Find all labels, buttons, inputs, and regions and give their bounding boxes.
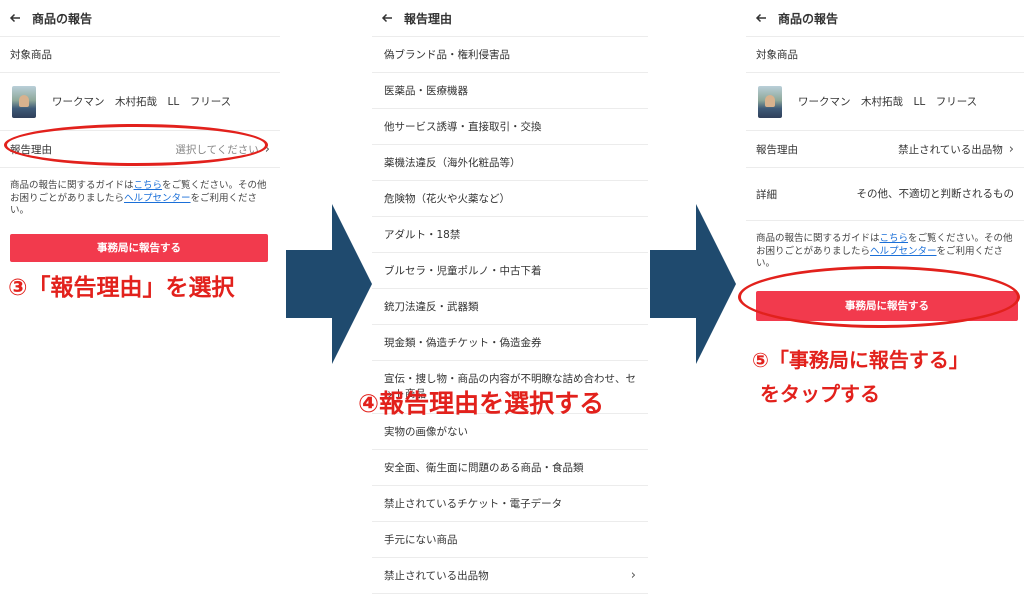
reason-item[interactable]: ブルセラ・児童ポルノ・中古下着 bbox=[372, 253, 648, 289]
highlight-ellipse-submit bbox=[738, 266, 1020, 328]
reason-item-label: 偽ブランド品・権利侵害品 bbox=[384, 49, 510, 61]
product-row[interactable]: ワークマン 木村拓哉 LL フリース bbox=[0, 73, 280, 131]
reason-item-label: 危険物（花火や火薬など） bbox=[384, 193, 510, 205]
product-thumbnail bbox=[12, 85, 36, 118]
next-step-arrow-1 bbox=[286, 204, 372, 364]
target-item-label-text: 対象商品 bbox=[10, 49, 52, 61]
back-arrow-icon[interactable] bbox=[8, 11, 22, 25]
report-reason-selector[interactable]: 報告理由 禁止されている出品物 › bbox=[746, 131, 1024, 168]
reason-item-label: 手元にない商品 bbox=[384, 534, 458, 546]
report-to-office-button[interactable]: 事務局に報告する bbox=[10, 233, 268, 262]
reason-item[interactable]: 他サービス誘導・直接取引・交換 bbox=[372, 109, 648, 145]
header: 商品の報告 bbox=[746, 0, 1024, 37]
reason-item-label: 銃刀法違反・武器類 bbox=[384, 301, 479, 313]
annotation-step5-line1: ⑤「事務局に報告する」 bbox=[752, 348, 969, 372]
reason-list: 偽ブランド品・権利侵害品 医薬品・医療機器 他サービス誘導・直接取引・交換 薬機… bbox=[372, 37, 648, 594]
chevron-right-icon: › bbox=[1008, 141, 1014, 157]
product-name: ワークマン 木村拓哉 LL フリース bbox=[798, 96, 978, 108]
report-reason-selected: 禁止されている出品物 bbox=[898, 143, 1003, 156]
reason-item-label: アダルト・18禁 bbox=[384, 229, 461, 241]
reason-item[interactable]: 禁止されているチケット・電子データ bbox=[372, 486, 648, 522]
reason-item-label: 他サービス誘導・直接取引・交換 bbox=[384, 121, 542, 133]
report-reason-value: 禁止されている出品物 › bbox=[898, 142, 1014, 157]
product-row[interactable]: ワークマン 木村拓哉 LL フリース bbox=[746, 73, 1024, 131]
reason-item[interactable]: 銃刀法違反・武器類 bbox=[372, 289, 648, 325]
page-title: 商品の報告 bbox=[778, 11, 839, 26]
reason-item[interactable]: 安全面、衛生面に問題のある商品・食品類 bbox=[372, 450, 648, 486]
reason-item-label: 薬機法違反（海外化粧品等） bbox=[384, 157, 521, 169]
guide-text: 商品の報告に関するガイドはこちらをご覧ください。その他お困りごとがありましたらヘ… bbox=[0, 168, 280, 218]
reason-item[interactable]: 危険物（花火や火薬など） bbox=[372, 181, 648, 217]
reason-item-label: 禁止されているチケット・電子データ bbox=[384, 498, 563, 510]
product-thumbnail bbox=[758, 85, 782, 118]
guide-link[interactable]: こちら bbox=[880, 233, 909, 244]
guide-link[interactable]: こちら bbox=[134, 180, 163, 191]
reason-item-label: 安全面、衛生面に問題のある商品・食品類 bbox=[384, 462, 584, 474]
screen-reason-list: 報告理由 偽ブランド品・権利侵害品 医薬品・医療機器 他サービス誘導・直接取引・… bbox=[372, 0, 648, 594]
next-step-arrow-2 bbox=[650, 204, 736, 364]
reason-item-label: ブルセラ・児童ポルノ・中古下着 bbox=[384, 265, 542, 277]
annotation-step3: ③「報告理由」を選択 bbox=[8, 275, 235, 301]
reason-item[interactable]: 手元にない商品 bbox=[372, 522, 648, 558]
target-item-label: 対象商品 bbox=[0, 37, 280, 73]
report-reason-label: 報告理由 bbox=[756, 143, 798, 156]
highlight-ellipse-reason bbox=[4, 124, 268, 166]
reason-item-label: 現金類・偽造チケット・偽造金券 bbox=[384, 337, 542, 349]
detail-row[interactable]: 詳細 その他、不適切と判断されるもの bbox=[746, 168, 1024, 221]
annotation-step4: ④報告理由を選択する bbox=[358, 389, 605, 418]
back-arrow-icon[interactable] bbox=[380, 11, 394, 25]
reason-item[interactable]: 現金類・偽造チケット・偽造金券 bbox=[372, 325, 648, 361]
reason-item[interactable]: 薬機法違反（海外化粧品等） bbox=[372, 145, 648, 181]
reason-item[interactable]: アダルト・18禁 bbox=[372, 217, 648, 253]
help-center-link[interactable]: ヘルプセンター bbox=[870, 246, 937, 257]
detail-label: 詳細 bbox=[756, 188, 777, 201]
detail-value: その他、不適切と判断されるもの bbox=[856, 188, 1015, 200]
back-arrow-icon[interactable] bbox=[754, 11, 768, 25]
target-item-label-text: 対象商品 bbox=[756, 49, 798, 61]
guide-text-part: 商品の報告に関するガイドは bbox=[756, 233, 880, 244]
page-title: 報告理由 bbox=[404, 11, 453, 26]
guide-text-part: 商品の報告に関するガイドは bbox=[10, 180, 134, 191]
reason-item-label: 医薬品・医療機器 bbox=[384, 85, 468, 97]
reason-item[interactable]: 偽ブランド品・権利侵害品 bbox=[372, 37, 648, 73]
target-item-label: 対象商品 bbox=[746, 37, 1024, 73]
reason-item[interactable]: 禁止されている出品物 › bbox=[372, 558, 648, 594]
header: 報告理由 bbox=[372, 0, 648, 37]
reason-item[interactable]: 医薬品・医療機器 bbox=[372, 73, 648, 109]
reason-item-label: 実物の画像がない bbox=[384, 426, 468, 438]
page-title: 商品の報告 bbox=[32, 11, 93, 26]
help-center-link[interactable]: ヘルプセンター bbox=[124, 193, 191, 204]
header: 商品の報告 bbox=[0, 0, 280, 37]
annotation-step5-line2: をタップする bbox=[760, 382, 880, 406]
guide-text: 商品の報告に関するガイドはこちらをご覧ください。その他お困りごとがありましたらヘ… bbox=[746, 221, 1024, 271]
product-name: ワークマン 木村拓哉 LL フリース bbox=[52, 96, 232, 108]
